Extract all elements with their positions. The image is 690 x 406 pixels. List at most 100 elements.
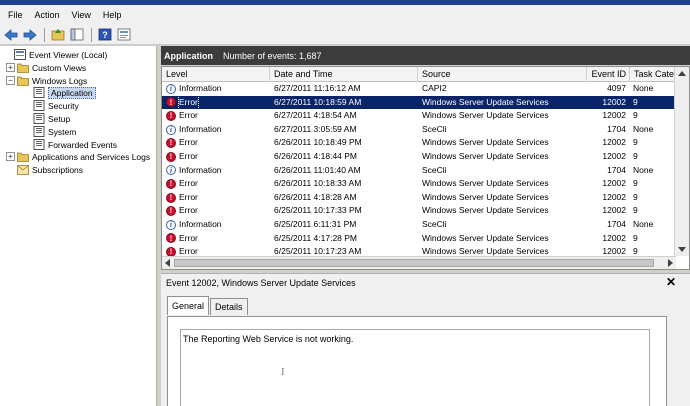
column-header-row: Level Date and Time Source Event ID Task…: [162, 67, 689, 82]
event-row[interactable]: ! Error 6/26/2011 10:18:49 PM Windows Serve…: [162, 136, 676, 150]
event-row[interactable]: i Information 6/25/2011 6:11:31 PM SceCli 17…: [162, 218, 676, 232]
event-row[interactable]: ! Error 6/26/2011 10:18:33 AM Windows Serve…: [162, 177, 676, 191]
tree-item-applications-services[interactable]: + Applications and Services Logs: [6, 150, 150, 163]
collapse-icon[interactable]: −: [6, 76, 15, 85]
event-row[interactable]: i Information 6/27/2011 11:16:12 AM CAPI2 40…: [162, 82, 676, 96]
menu-action[interactable]: Action: [29, 10, 66, 20]
level-cell: i Information: [166, 82, 270, 96]
close-icon[interactable]: ✕: [666, 275, 676, 289]
log-icon: [33, 87, 45, 98]
event-row[interactable]: ! Error 6/27/2011 10:18:59 AM Windows Serve…: [162, 95, 676, 110]
vertical-scrollbar[interactable]: [674, 67, 689, 256]
level-label: Error: [179, 150, 198, 161]
error-icon: !: [166, 138, 176, 149]
tree-item-custom-views[interactable]: + Custom Views: [6, 61, 86, 74]
date-time-cell: 6/26/2011 4:18:28 AM: [274, 191, 357, 202]
event-id-cell: 12002: [602, 110, 626, 121]
level-cell: ! Error: [166, 150, 270, 164]
svg-text:?: ?: [102, 30, 108, 40]
event-id-cell: 1704: [607, 164, 626, 175]
level-cell: ! Error: [166, 191, 270, 205]
event-id-cell: 12002: [602, 205, 626, 216]
horizontal-scroll-thumb[interactable]: [174, 259, 654, 267]
column-level[interactable]: Level: [162, 67, 270, 82]
source-cell: SceCli: [422, 123, 447, 134]
scroll-up-icon[interactable]: [678, 71, 686, 76]
level-cell: ! Error: [166, 204, 270, 218]
expand-icon[interactable]: +: [6, 152, 15, 161]
show-hide-console-tree-icon[interactable]: [68, 27, 86, 43]
horizontal-scrollbar[interactable]: [162, 256, 676, 269]
column-task-category[interactable]: Task Cate: [630, 67, 676, 82]
date-time-cell: 6/26/2011 10:18:33 AM: [274, 178, 362, 189]
level-cell: ! Error: [166, 136, 270, 150]
event-row[interactable]: ! Error 6/25/2011 4:17:28 PM Windows Server…: [162, 232, 676, 246]
tree-item-system[interactable]: System: [33, 125, 76, 138]
tab-details[interactable]: Details: [210, 298, 248, 315]
tree-item-event-viewer[interactable]: Event Viewer (Local): [3, 48, 107, 61]
help-icon[interactable]: ?: [96, 27, 114, 43]
menu-view[interactable]: View: [66, 10, 97, 20]
level-label: Error: [179, 205, 198, 216]
event-row[interactable]: ! Error 6/27/2011 4:18:54 AM Windows Server…: [162, 109, 676, 123]
tree-label: Applications and Services Logs: [32, 151, 151, 162]
subscriptions-icon: [17, 165, 29, 175]
level-label: Error: [179, 191, 198, 202]
folder-open-icon: [17, 76, 29, 86]
event-row[interactable]: ! Error 6/26/2011 4:18:28 AM Windows Server…: [162, 191, 676, 205]
level-cell: ! Error: [166, 95, 270, 110]
tree-item-application[interactable]: Application: [33, 86, 96, 99]
task-category-cell: 9: [633, 178, 638, 189]
scroll-left-icon[interactable]: [165, 259, 170, 267]
event-id-cell: 12002: [602, 150, 626, 161]
date-time-cell: 6/27/2011 3:05:59 AM: [274, 123, 357, 134]
log-icon: [33, 100, 45, 111]
event-row[interactable]: ! Error 6/26/2011 4:18:44 PM Windows Server…: [162, 150, 676, 164]
event-id-cell: 12002: [602, 96, 626, 107]
folder-icon: [17, 152, 29, 162]
source-cell: CAPI2: [422, 83, 447, 93]
expand-icon[interactable]: +: [6, 63, 15, 72]
tree-item-subscriptions[interactable]: Subscriptions: [6, 163, 83, 176]
event-row[interactable]: i Information 6/27/2011 3:05:59 AM SceCli 17…: [162, 123, 676, 137]
description-box[interactable]: The Reporting Web Service is not working…: [180, 329, 650, 406]
date-time-cell: 6/27/2011 11:16:12 AM: [274, 83, 361, 93]
information-icon: i: [166, 83, 176, 94]
text-cursor-icon: I: [281, 366, 285, 378]
event-row[interactable]: i Information 6/26/2011 11:01:40 AM SceCli 1…: [162, 164, 676, 178]
column-source[interactable]: Source: [418, 67, 587, 82]
up-folder-icon[interactable]: [49, 27, 67, 43]
error-icon: !: [166, 192, 176, 203]
menu-help[interactable]: Help: [97, 10, 128, 20]
tab-general[interactable]: General: [167, 296, 210, 315]
toolbar: ?: [0, 25, 690, 45]
date-time-cell: 6/25/2011 10:17:33 PM: [274, 205, 362, 216]
back-icon[interactable]: [2, 27, 20, 43]
date-time-cell: 6/25/2011 4:17:28 PM: [274, 232, 358, 243]
source-cell: Windows Server Update Services: [422, 178, 549, 189]
scroll-down-icon[interactable]: [678, 247, 686, 252]
properties-icon[interactable]: [115, 27, 133, 43]
tree-label: System: [48, 126, 77, 137]
task-category-cell: 9: [633, 191, 638, 202]
column-event-id[interactable]: Event ID: [587, 67, 630, 82]
forward-icon[interactable]: [21, 27, 39, 43]
events-list: i Information 6/27/2011 11:16:12 AM CAPI2 40…: [162, 82, 676, 259]
level-cell: ! Error: [166, 177, 270, 191]
tree-label: Security: [48, 100, 79, 111]
event-row[interactable]: ! Error 6/25/2011 10:17:33 PM Windows Serve…: [162, 204, 676, 218]
level-cell: i Information: [166, 164, 270, 178]
tree-item-security[interactable]: Security: [33, 99, 79, 112]
date-time-cell: 6/26/2011 10:18:49 PM: [274, 137, 362, 148]
log-header: Application Number of events: 1,687: [161, 46, 690, 65]
column-date-time[interactable]: Date and Time: [270, 67, 418, 82]
task-category-cell: 9: [633, 96, 638, 107]
tree-item-setup[interactable]: Setup: [33, 112, 70, 125]
tree-label: Windows Logs: [32, 75, 88, 86]
level-cell: i Information: [166, 218, 270, 232]
event-id-cell: 12002: [602, 191, 626, 202]
event-viewer-icon: [14, 49, 26, 60]
scroll-right-icon[interactable]: [668, 259, 673, 267]
task-category-cell: 9: [633, 110, 638, 121]
menu-file[interactable]: File: [2, 10, 29, 20]
